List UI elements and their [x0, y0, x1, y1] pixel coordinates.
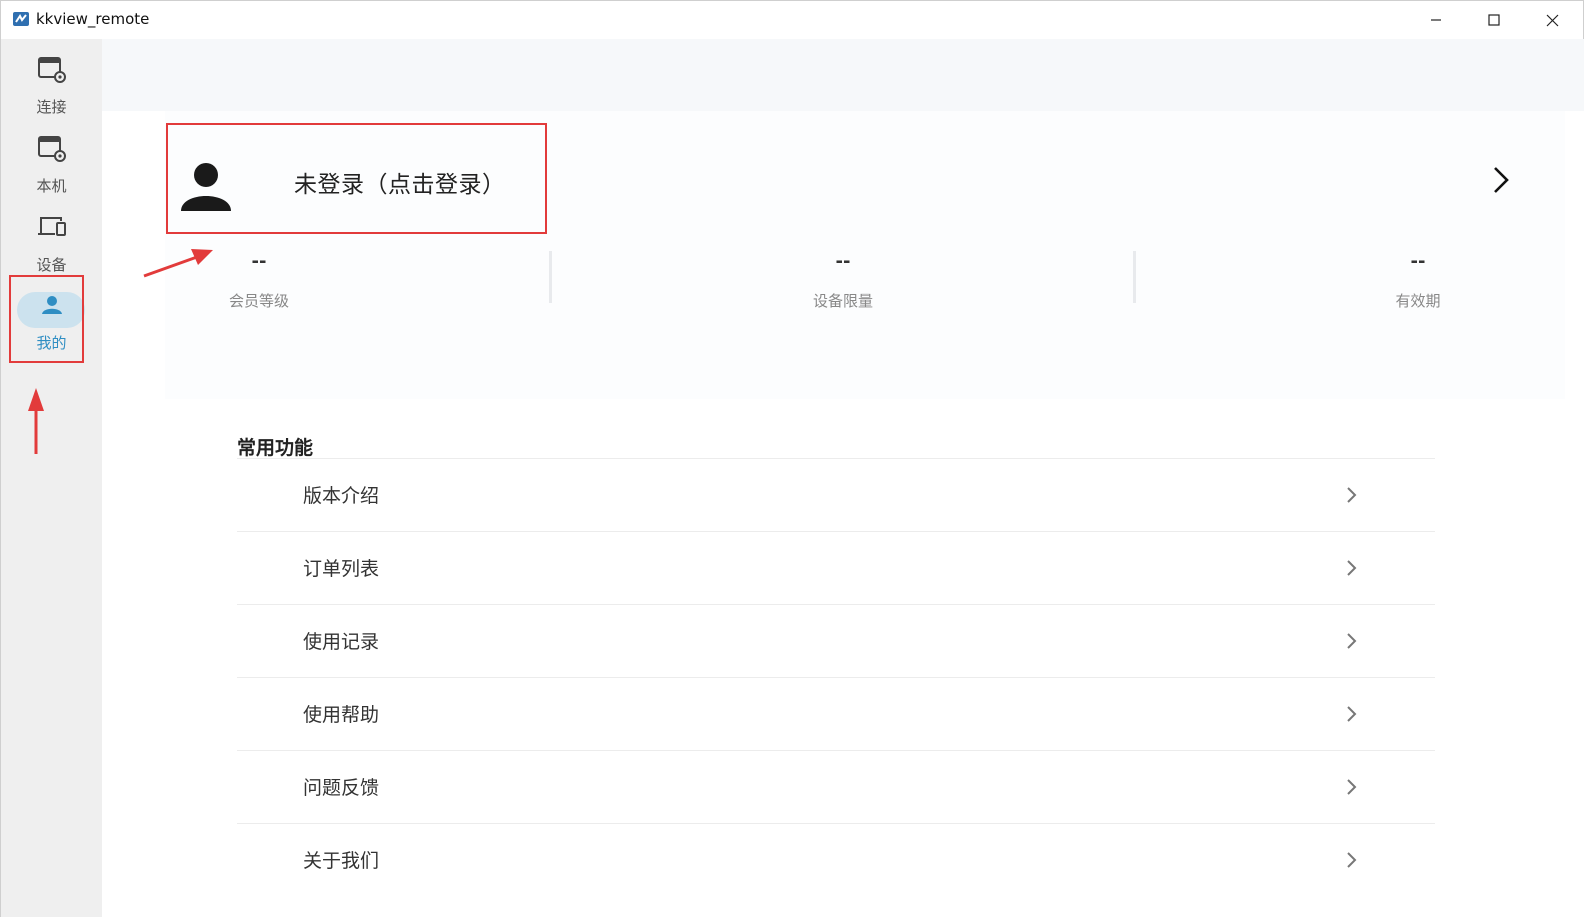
chevron-right-icon: [1347, 706, 1357, 722]
menu-item-label: 关于我们: [303, 850, 380, 872]
membership-level-value: --: [251, 251, 267, 272]
device-limit-value: --: [835, 251, 851, 272]
avatar-icon: [181, 163, 231, 211]
menu-item-label: 使用记录: [303, 631, 380, 653]
device-limit-label: 设备限量: [812, 292, 873, 310]
sidebar-item-devices[interactable]: 设备: [1, 213, 102, 285]
sidebar-item-label: 设备: [36, 256, 67, 274]
menu-item-feedback[interactable]: 问题反馈: [237, 750, 1435, 823]
stat-divider: [549, 251, 552, 303]
validity-value: --: [1410, 251, 1426, 272]
sidebar-item-local[interactable]: 本机: [1, 134, 102, 206]
app-window: kkview_remote 连接 本机 设备 我的 未登录（点击登录） -- 会…: [0, 0, 1584, 917]
window-title: kkview_remote: [36, 10, 150, 28]
devices-icon: [38, 217, 66, 236]
maximize-button[interactable]: [1479, 7, 1509, 33]
chevron-right-icon: [1347, 633, 1357, 649]
validity-label: 有效期: [1395, 292, 1441, 310]
title-bar[interactable]: kkview_remote: [1, 1, 1583, 39]
chevron-right-icon[interactable]: [1489, 164, 1513, 196]
stat-divider: [1133, 251, 1136, 303]
menu-item-usage-help[interactable]: 使用帮助: [237, 677, 1435, 750]
section-title: 常用功能: [237, 437, 314, 459]
sidebar-item-connect[interactable]: 连接: [1, 55, 102, 127]
sidebar-item-label: 本机: [36, 177, 67, 195]
function-list: 版本介绍 订单列表 使用记录 使用帮助 问题反馈 关于我们: [237, 458, 1435, 896]
menu-item-version-intro[interactable]: 版本介绍: [237, 458, 1435, 531]
menu-item-about-us[interactable]: 关于我们: [237, 823, 1435, 896]
main-header: [102, 39, 1584, 111]
chevron-right-icon: [1347, 779, 1357, 795]
close-button[interactable]: [1537, 7, 1567, 33]
menu-item-label: 使用帮助: [303, 704, 380, 726]
connect-window-gear-icon: [38, 57, 66, 83]
membership-level-label: 会员等级: [228, 292, 289, 310]
sidebar-item-label: 我的: [36, 334, 67, 352]
menu-item-usage-record[interactable]: 使用记录: [237, 604, 1435, 677]
local-window-gear-icon: [38, 136, 66, 162]
sidebar: 连接 本机 设备 我的: [1, 39, 102, 917]
menu-item-order-list[interactable]: 订单列表: [237, 531, 1435, 604]
sidebar-item-label: 连接: [36, 98, 67, 116]
maximize-icon: [1488, 14, 1500, 26]
menu-item-label: 版本介绍: [303, 485, 380, 507]
login-prompt[interactable]: 未登录（点击登录）: [294, 165, 506, 199]
sidebar-item-mine[interactable]: 我的: [1, 281, 102, 353]
chevron-right-icon: [1347, 487, 1357, 503]
minimize-icon: [1431, 19, 1441, 21]
app-logo-icon: [13, 12, 29, 26]
close-icon: [1546, 14, 1558, 26]
user-icon: [42, 296, 62, 314]
menu-item-label: 问题反馈: [303, 777, 380, 799]
chevron-right-icon: [1347, 560, 1357, 576]
chevron-right-icon: [1347, 852, 1357, 868]
minimize-button[interactable]: [1421, 7, 1451, 33]
menu-item-label: 订单列表: [303, 558, 380, 580]
